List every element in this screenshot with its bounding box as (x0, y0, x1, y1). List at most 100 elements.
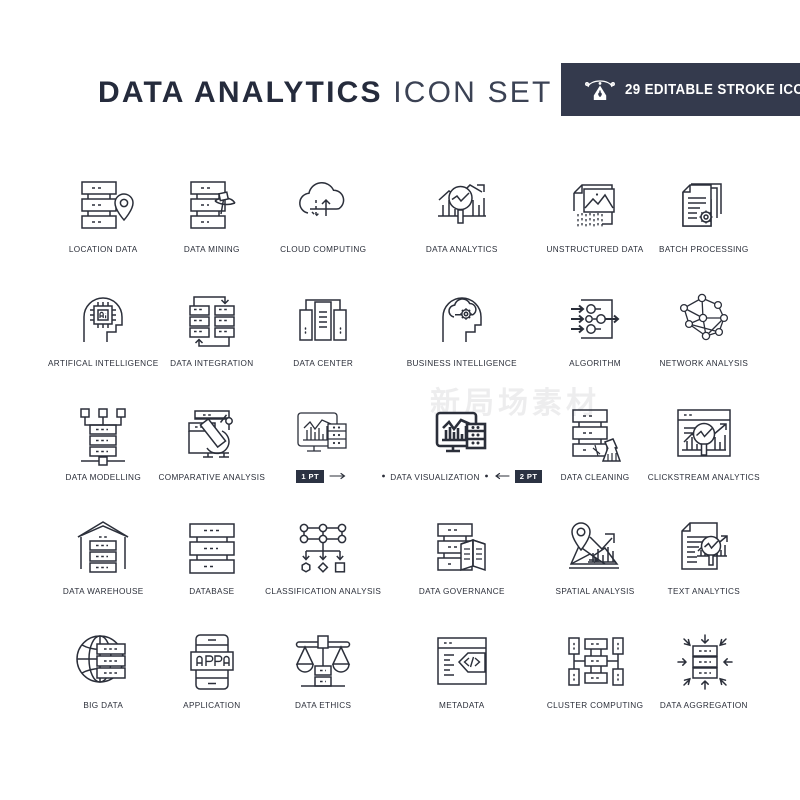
connector-arrow-left-icon (493, 472, 511, 480)
location-data-icon (48, 168, 159, 242)
big-data-icon (48, 624, 159, 698)
icon-cell-comparative-analysis[interactable]: COMPARATIVE ANALYSIS (159, 396, 266, 510)
algorithm-icon (542, 282, 647, 356)
icon-label: DATA MODELLING (65, 473, 142, 482)
icon-label: SPATIAL ANALYSIS (555, 587, 635, 596)
icon-cell-data-integration[interactable]: DATA INTEGRATION (159, 282, 266, 396)
icon-cell-data-mining[interactable]: DATA MINING (159, 168, 266, 282)
business-intelligence-icon (381, 282, 542, 356)
icon-cell-artifical-intelligence[interactable]: ARTIFICAL INTELLIGENCE (48, 282, 159, 396)
icon-label: BIG DATA (83, 701, 124, 710)
pen-nib-icon (577, 73, 623, 107)
icon-cell-cluster-computing[interactable]: CLUSTER COMPUTING (542, 624, 647, 738)
data-integration-icon (159, 282, 266, 356)
icon-cell-network-analysis[interactable]: NETWORK ANALYSIS (648, 282, 760, 396)
title-light: ICON SET (393, 76, 553, 109)
icon-grid: LOCATION DATA DATA MINING CLOUD COMPUTIN… (48, 168, 760, 738)
icon-label: DATA AGGREGATION (659, 701, 748, 710)
spatial-analysis-icon (542, 510, 647, 584)
data-governance-icon (381, 510, 542, 584)
icon-cell-cloud-computing[interactable]: CLOUD COMPUTING (265, 168, 381, 282)
icon-cell-clickstream-analytics[interactable]: CLICKSTREAM ANALYTICS (648, 396, 760, 510)
icon-label: ALGORITHM (569, 359, 621, 368)
data-center-icon (265, 282, 381, 356)
icon-cell-big-data[interactable]: BIG DATA (48, 624, 159, 738)
title-bold: DATA ANALYTICS (98, 76, 383, 109)
icon-cell-application[interactable]: APPLICATION (159, 624, 266, 738)
application-icon (159, 624, 266, 698)
icon-label: DATA GOVERNANCE (418, 587, 505, 596)
data-visualization-thick-icon (381, 396, 542, 470)
icon-label: DATA CENTER (293, 359, 354, 368)
clickstream-analytics-icon (648, 396, 760, 470)
cluster-computing-icon (542, 624, 647, 698)
icon-cell-data-warehouse[interactable]: DATA WAREHOUSE (48, 510, 159, 624)
data-visualization-thin-icon (265, 396, 381, 470)
icon-label: DATA ANALYTICS (425, 245, 498, 254)
icon-cell-data-cleaning[interactable]: DATA CLEANING (542, 396, 647, 510)
pt-chip-1pt: 1 PT (296, 470, 325, 483)
database-icon (159, 510, 266, 584)
icon-label: DATA MINING (183, 245, 240, 254)
icon-label: CLASSIFICATION ANALYSIS (265, 587, 382, 596)
icon-cell-batch-processing[interactable]: BATCH PROCESSING (648, 168, 760, 282)
icon-cell-metadata[interactable]: METADATA (381, 624, 542, 738)
icon-label: BUSINESS INTELLIGENCE (406, 359, 517, 368)
header: DATA ANALYTICS ICON SET 29 EDITABLE STRO… (0, 0, 800, 150)
icon-set-page: DATA ANALYTICS ICON SET 29 EDITABLE STRO… (0, 0, 800, 800)
icon-cell-text-analytics[interactable]: TEXT ANALYTICS (648, 510, 760, 624)
data-ethics-icon (265, 624, 381, 698)
icon-label: DATA CLEANING (560, 473, 630, 482)
icon-label: DATABASE (189, 587, 235, 596)
icon-label: CLOUD COMPUTING (280, 245, 367, 254)
icon-cell-spatial-analysis[interactable]: SPATIAL ANALYSIS (542, 510, 647, 624)
cloud-computing-icon (265, 168, 381, 242)
icon-label: UNSTRUCTURED DATA (546, 245, 644, 254)
icon-cell-data-center[interactable]: DATA CENTER (265, 282, 381, 396)
editable-stroke-badge: 29 EDITABLE STROKE ICONS (561, 63, 800, 116)
connector-dot-icon (381, 472, 386, 480)
batch-processing-icon (648, 168, 760, 242)
icon-label: LOCATION DATA (68, 245, 138, 254)
icon-cell-data-visualization-1pt[interactable]: 1 PT (265, 396, 381, 510)
icon-cell-data-aggregation[interactable]: DATA AGGREGATION (648, 624, 760, 738)
unstructured-data-icon (542, 168, 647, 242)
data-modelling-icon (48, 396, 159, 470)
visualization-caption-left: 1 PT (296, 470, 350, 483)
data-aggregation-icon (648, 624, 760, 698)
icon-cell-classification-analysis[interactable]: CLASSIFICATION ANALYSIS (265, 510, 381, 624)
data-warehouse-icon (48, 510, 159, 584)
artifical-intelligence-icon (48, 282, 159, 356)
icon-label: APPLICATION (183, 701, 241, 710)
icon-label: COMPARATIVE ANALYSIS (158, 473, 266, 482)
icon-cell-data-ethics[interactable]: DATA ETHICS (265, 624, 381, 738)
icon-label: DATA WAREHOUSE (62, 587, 144, 596)
icon-cell-data-analytics[interactable]: DATA ANALYTICS (381, 168, 542, 282)
icon-cell-business-intelligence[interactable]: BUSINESS INTELLIGENCE (381, 282, 542, 396)
icon-label: DATA VISUALIZATION (390, 473, 480, 483)
badge-label: 29 EDITABLE STROKE ICONS (625, 81, 800, 98)
data-cleaning-icon (542, 396, 647, 470)
icon-label: CLICKSTREAM ANALYTICS (647, 473, 760, 482)
data-analytics-icon (381, 168, 542, 242)
comparative-analysis-icon (159, 396, 266, 470)
icon-cell-algorithm[interactable]: ALGORITHM (542, 282, 647, 396)
icon-cell-data-modelling[interactable]: DATA MODELLING (48, 396, 159, 510)
icon-label: NETWORK ANALYSIS (659, 359, 749, 368)
icon-label: ARTIFICAL INTELLIGENCE (48, 359, 159, 368)
icon-label: DATA INTEGRATION (170, 359, 254, 368)
icon-cell-database[interactable]: DATABASE (159, 510, 266, 624)
icon-cell-data-governance[interactable]: DATA GOVERNANCE (381, 510, 542, 624)
icon-label: DATA ETHICS (295, 701, 352, 710)
pt-chip-2pt: 2 PT (514, 470, 543, 483)
icon-cell-data-visualization-2pt[interactable]: DATA VISUALIZATION 2 PT (381, 396, 543, 510)
connector-dot-icon-2 (484, 472, 489, 480)
network-analysis-icon (648, 282, 760, 356)
icon-cell-location-data[interactable]: LOCATION DATA (48, 168, 159, 282)
connector-arrow-right-icon (328, 472, 350, 480)
text-analytics-icon (648, 510, 760, 584)
page-title: DATA ANALYTICS ICON SET (98, 78, 553, 108)
classification-analysis-icon (265, 510, 381, 584)
icon-cell-unstructured-data[interactable]: UNSTRUCTURED DATA (542, 168, 647, 282)
icon-label: TEXT ANALYTICS (667, 587, 741, 596)
